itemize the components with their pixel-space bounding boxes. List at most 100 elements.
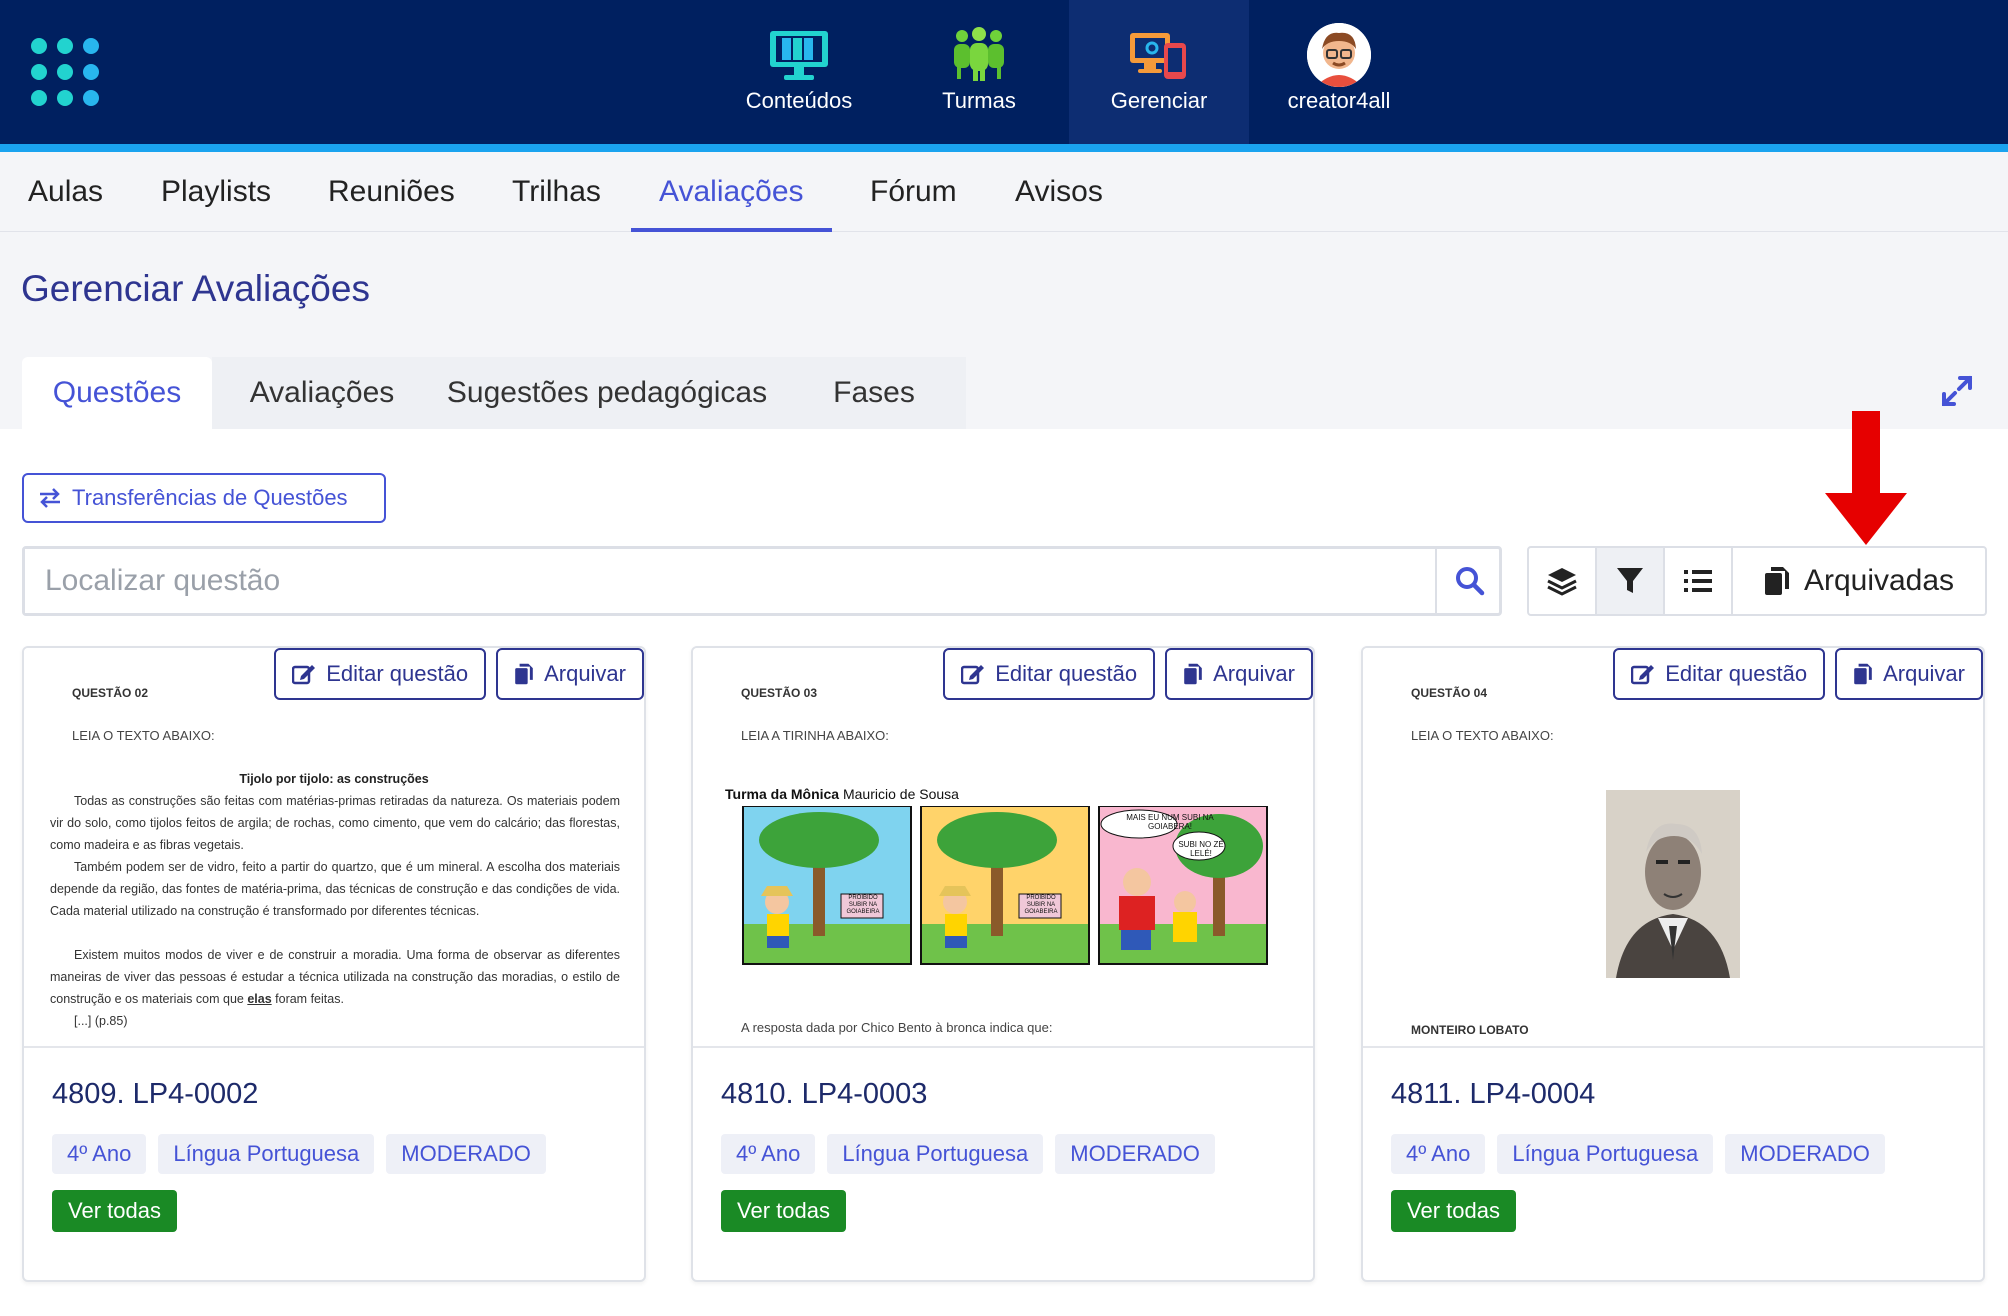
difficulty-tag: MODERADO xyxy=(386,1134,546,1174)
grade-tag: 4º Ano xyxy=(1391,1134,1486,1174)
edit-question-button[interactable]: Editar questão xyxy=(1613,648,1826,700)
paragraph-part: foram feitas. xyxy=(271,992,344,1006)
section-nav: Aulas Playlists Reuniões Trilhas Avaliaç… xyxy=(0,152,2008,232)
view-toolbar: Arquivadas xyxy=(1527,546,1987,616)
text-reference: [...] (p.85) xyxy=(74,1014,128,1028)
edit-icon xyxy=(1631,665,1655,685)
archive-button[interactable]: Arquivar xyxy=(496,648,644,700)
subnav-forum[interactable]: Fórum xyxy=(842,152,985,232)
page-title: Gerenciar Avaliações xyxy=(21,268,370,309)
subnav-playlists[interactable]: Playlists xyxy=(133,152,299,232)
search-button[interactable] xyxy=(1439,549,1501,613)
question-card: QUESTÃO 03 LEIA A TIRINHA ABAIXO: Turma … xyxy=(691,646,1315,1282)
subject-tag: Língua Portuguesa xyxy=(827,1134,1044,1174)
view-all-button[interactable]: Ver todas xyxy=(52,1190,177,1232)
subnav-aulas[interactable]: Aulas xyxy=(0,152,131,232)
layers-button[interactable] xyxy=(1529,548,1597,614)
topnav-conteudos[interactable]: Conteúdos xyxy=(709,0,889,144)
archived-label: Arquivadas xyxy=(1803,564,1955,597)
copy-files-icon xyxy=(1184,663,1202,685)
edit-question-button[interactable]: Editar questão xyxy=(274,648,487,700)
question-card: QUESTÃO 02 LEIA O TEXTO ABAIXO: Tijolo p… xyxy=(22,646,646,1282)
grade-tag: 4º Ano xyxy=(721,1134,816,1174)
archive-label: Arquivar xyxy=(544,661,626,686)
tag-list: 4º Ano Língua Portuguesa MODERADO xyxy=(721,1134,1215,1174)
question-instruction: LEIA O TEXTO ABAIXO: xyxy=(72,728,215,743)
tag-list: 4º Ano Língua Portuguesa MODERADO xyxy=(52,1134,546,1174)
question-prompt: A resposta dada por Chico Bento à bronca… xyxy=(741,1020,1053,1035)
subnav-reunioes[interactable]: Reuniões xyxy=(300,152,483,232)
archive-button[interactable]: Arquivar xyxy=(1165,648,1313,700)
apps-grid-icon[interactable] xyxy=(31,38,101,108)
tab-questoes[interactable]: Questões xyxy=(22,357,212,429)
copy-files-icon xyxy=(1764,567,1789,595)
topnav-profile[interactable]: creator4all xyxy=(1249,0,1429,144)
avatar xyxy=(1307,23,1371,87)
comic-sign: PROIBIDO SUBIR NA GOIABEIRA xyxy=(1024,895,1058,915)
topnav-turmas[interactable]: Turmas xyxy=(889,0,1069,144)
topnav-gerenciar[interactable]: Gerenciar xyxy=(1069,0,1249,144)
copy-files-icon xyxy=(1854,663,1872,685)
search-box xyxy=(22,546,1502,616)
text-title: Tijolo por tijolo: as construções xyxy=(239,772,429,786)
people-group-icon xyxy=(947,26,1011,84)
subnav-avisos[interactable]: Avisos xyxy=(987,152,1131,232)
grade-tag: 4º Ano xyxy=(52,1134,147,1174)
paragraph-emphasis: elas xyxy=(247,992,272,1006)
archived-button[interactable]: Arquivadas xyxy=(1733,548,1985,614)
question-number: QUESTÃO 02 xyxy=(72,686,149,700)
topnav-label: Gerenciar xyxy=(1110,88,1208,113)
comic-balloon-1: MAIS EU NUM SUBI NA GOIABERA! xyxy=(1126,813,1214,831)
question-code[interactable]: 4810. LP4-0003 xyxy=(721,1078,927,1111)
tab-avaliacoes[interactable]: Avaliações xyxy=(212,357,432,429)
search-icon xyxy=(1456,567,1485,596)
monitor-books-icon xyxy=(767,26,831,84)
tab-sugestoes[interactable]: Sugestões pedagógicas xyxy=(432,357,782,429)
question-code[interactable]: 4811. LP4-0004 xyxy=(1391,1078,1595,1111)
question-preview[interactable]: QUESTÃO 02 LEIA O TEXTO ABAIXO: Tijolo p… xyxy=(24,648,644,1048)
question-preview[interactable]: QUESTÃO 04 LEIA O TEXTO ABAIXO: MONTEIRO… xyxy=(1363,648,1983,1048)
view-all-button[interactable]: Ver todas xyxy=(721,1190,846,1232)
expand-icon[interactable] xyxy=(1940,374,1974,408)
edit-label: Editar questão xyxy=(995,661,1138,686)
comic-title: Turma da Mônica Mauricio de Sousa xyxy=(725,786,959,802)
filter-button[interactable] xyxy=(1597,548,1665,614)
search-input[interactable] xyxy=(25,549,1437,613)
red-arrow-annotation xyxy=(1825,411,1907,545)
edit-label: Editar questão xyxy=(1665,661,1808,686)
tab-fases[interactable]: Fases xyxy=(782,357,966,429)
comic-title-bold: Turma da Mônica xyxy=(725,786,840,802)
tag-list: 4º Ano Língua Portuguesa MODERADO xyxy=(1391,1134,1885,1174)
archive-label: Arquivar xyxy=(1883,661,1965,686)
top-header: Conteúdos Turmas Gerenciar creator4all xyxy=(0,0,2008,144)
paragraph: Também podem ser de vidro, feito a parti… xyxy=(50,860,620,918)
comic-author: Mauricio de Sousa xyxy=(839,786,959,802)
filter-icon xyxy=(1617,568,1643,593)
archive-button[interactable]: Arquivar xyxy=(1835,648,1983,700)
list-view-button[interactable] xyxy=(1665,548,1733,614)
question-code[interactable]: 4809. LP4-0002 xyxy=(52,1078,258,1111)
profile-name: creator4all xyxy=(1287,88,1391,113)
layers-icon xyxy=(1547,568,1577,596)
difficulty-tag: MODERADO xyxy=(1725,1134,1885,1174)
portrait-caption: MONTEIRO LOBATO xyxy=(1411,1023,1529,1037)
subject-tag: Língua Portuguesa xyxy=(1497,1134,1714,1174)
list-icon xyxy=(1684,570,1712,592)
topnav-label: Conteúdos xyxy=(745,88,853,113)
transfer-label: Transferências de Questões xyxy=(72,485,348,510)
subnav-avaliacoes[interactable]: Avaliações xyxy=(631,152,832,232)
question-preview[interactable]: QUESTÃO 03 LEIA A TIRINHA ABAIXO: Turma … xyxy=(693,648,1313,1048)
transfer-questions-button[interactable]: Transferências de Questões xyxy=(22,473,386,523)
topnav-label: Turmas xyxy=(942,88,1016,113)
subnav-trilhas[interactable]: Trilhas xyxy=(484,152,629,232)
question-instruction: LEIA A TIRINHA ABAIXO: xyxy=(741,728,889,743)
edit-question-button[interactable]: Editar questão xyxy=(943,648,1156,700)
author-portrait-image xyxy=(1606,790,1740,978)
question-card: QUESTÃO 04 LEIA O TEXTO ABAIXO: MONTEIRO… xyxy=(1361,646,1985,1282)
view-all-button[interactable]: Ver todas xyxy=(1391,1190,1516,1232)
header-stripe xyxy=(0,144,2008,152)
edit-label: Editar questão xyxy=(326,661,469,686)
copy-files-icon xyxy=(515,663,533,685)
archive-label: Arquivar xyxy=(1213,661,1295,686)
comic-balloon-2: SUBI NO ZÉ LELÉ! xyxy=(1178,840,1224,858)
